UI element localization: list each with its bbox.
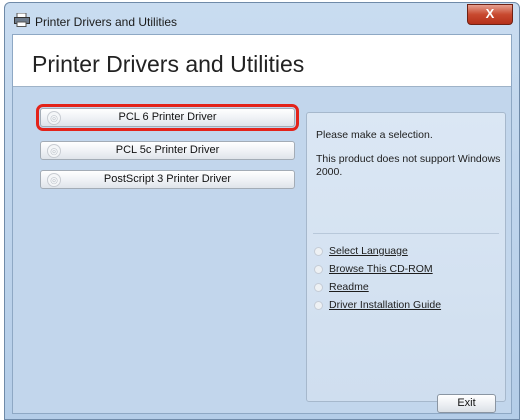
pcl5c-driver-button[interactable]: ◎ PCL 5c Printer Driver: [40, 141, 295, 160]
postscript3-driver-button[interactable]: ◎ PostScript 3 Printer Driver: [40, 170, 295, 189]
panel-divider: [313, 233, 499, 234]
readme-link[interactable]: Readme: [314, 281, 369, 293]
header-banner: Printer Drivers and Utilities: [13, 35, 511, 87]
title-bar[interactable]: Printer Drivers and Utilities X: [5, 3, 519, 35]
disc-icon: ◎: [47, 111, 61, 125]
button-label: PCL 5c Printer Driver: [115, 144, 220, 156]
bullet-icon: [314, 300, 323, 310]
pcl6-driver-button[interactable]: ◎ PCL 6 Printer Driver: [36, 104, 299, 131]
exit-button[interactable]: Exit: [437, 394, 496, 413]
button-label: PostScript 3 Printer Driver: [103, 173, 232, 185]
page-title: Printer Drivers and Utilities: [32, 51, 305, 77]
bullet-icon: [314, 282, 323, 292]
support-message: This product does not support Windows 20…: [316, 153, 501, 178]
window-title: Printer Drivers and Utilities: [35, 15, 178, 29]
select-language-link[interactable]: Select Language: [314, 245, 408, 257]
close-icon: X: [485, 6, 495, 21]
driver-installation-guide-link[interactable]: Driver Installation Guide: [314, 299, 441, 311]
info-panel: Please make a selection. This product do…: [306, 112, 506, 402]
selection-prompt: Please make a selection.: [316, 129, 433, 141]
button-label: PCL 6 Printer Driver: [118, 111, 217, 123]
disc-icon: ◎: [47, 144, 61, 158]
bullet-icon: [314, 246, 323, 256]
bullet-icon: [314, 264, 323, 274]
printer-icon: [14, 13, 30, 27]
browse-cdrom-link[interactable]: Browse This CD-ROM: [314, 263, 433, 275]
app-window: Printer Drivers and Utilities X Printer …: [4, 2, 520, 420]
client-area: Printer Drivers and Utilities ◎ PCL 6 Pr…: [12, 34, 512, 414]
close-button[interactable]: X: [467, 4, 513, 25]
disc-icon: ◎: [47, 173, 61, 187]
